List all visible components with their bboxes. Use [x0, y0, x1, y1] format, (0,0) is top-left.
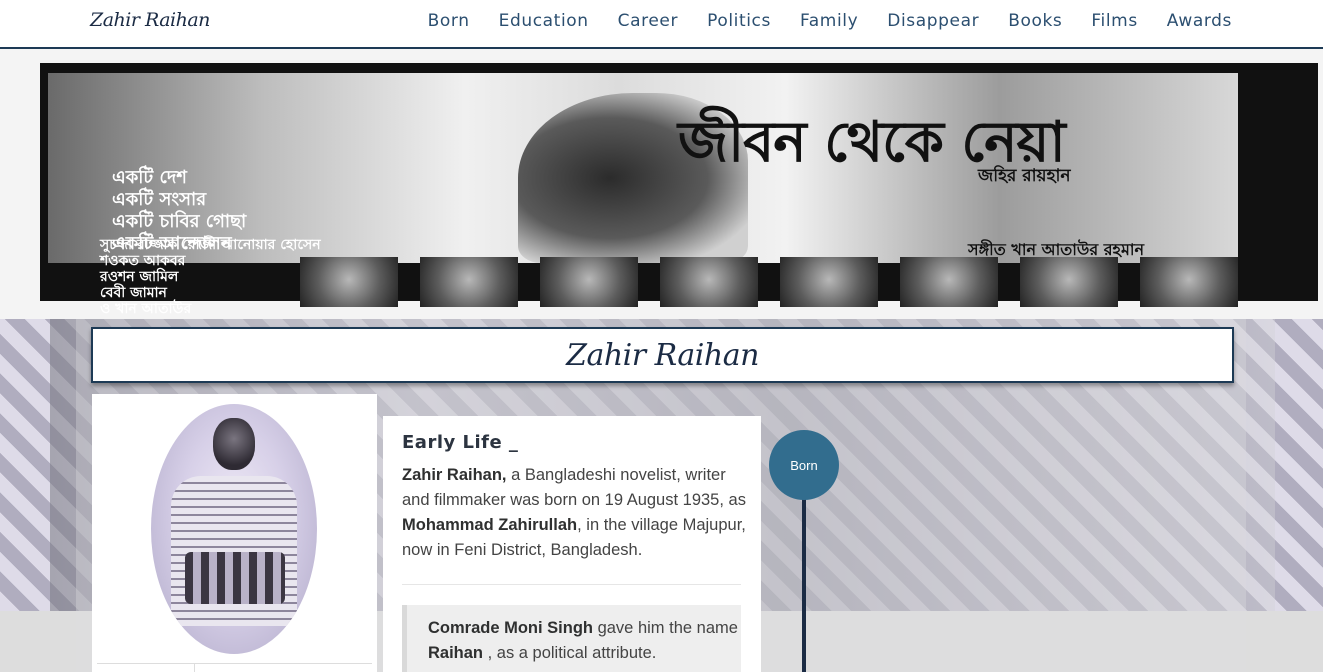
quote-text: gave him the name [593, 619, 738, 637]
cast-photo [1020, 257, 1118, 307]
portrait-trophies [185, 552, 285, 604]
birth-name: Mohammad Zahirullah [402, 516, 578, 534]
nav-link-films[interactable]: Films [1091, 11, 1137, 31]
early-life-text: Zahir Raihan, a Bangladeshi novelist, wr… [402, 463, 747, 563]
person-name: Zahir Raihan, [402, 466, 507, 484]
hero-cast-photos [300, 257, 1238, 307]
nav-link-disappear[interactable]: Disappear [887, 11, 979, 31]
cast-photo [780, 257, 878, 307]
portrait-head [213, 418, 255, 470]
timeline-dot-born[interactable]: Born [769, 430, 839, 500]
nav-link-books[interactable]: Books [1008, 11, 1062, 31]
quote-text: , as a political attribute. [483, 644, 657, 662]
nav-link-career[interactable]: Career [618, 11, 678, 31]
nav-link-awards[interactable]: Awards [1167, 11, 1232, 31]
navbar-border [0, 47, 1323, 49]
nav-link-family[interactable]: Family [800, 11, 858, 31]
nav-link-born[interactable]: Born [428, 11, 470, 31]
early-life-card: Early Life _ Zahir Raihan, a Bangladeshi… [383, 416, 761, 672]
info-table [97, 663, 372, 672]
divider [402, 584, 741, 585]
nav-link-politics[interactable]: Politics [707, 11, 771, 31]
cast-photo [900, 257, 998, 307]
brand-logo[interactable]: Zahir Raihan [90, 9, 210, 31]
cast-photo [660, 257, 758, 307]
timeline-line [802, 470, 806, 672]
hero-poster-cast: সুচন্দা রাজ্জাক রোজী আনোয়ার হোসেন শওকত … [100, 237, 321, 317]
hero-banner-image: জীবন থেকে নেয়া জহির রায়হান একটি দেশ এক… [0, 49, 1323, 319]
blockquote: Comrade Moni Singh gave him the name Rai… [402, 605, 741, 672]
page-title: Zahir Raihan [566, 337, 759, 373]
page-title-box: Zahir Raihan [91, 327, 1234, 383]
portrait-photo [151, 404, 317, 654]
quote-person: Comrade Moni Singh [428, 619, 593, 637]
table-divider [194, 664, 195, 672]
cast-photo [1140, 257, 1238, 307]
section-heading: Early Life _ [402, 432, 519, 453]
nav-links: Born Education Career Politics Family Di… [428, 11, 1232, 31]
cast-photo [540, 257, 638, 307]
cast-photo [300, 257, 398, 307]
quote-name: Raihan [428, 644, 484, 662]
portrait-card [92, 394, 377, 672]
hero-poster: জীবন থেকে নেয়া জহির রায়হান একটি দেশ এক… [48, 73, 1238, 317]
nav-link-education[interactable]: Education [499, 11, 589, 31]
cast-photo [420, 257, 518, 307]
top-navbar: Zahir Raihan Born Education Career Polit… [76, 0, 1246, 46]
hero-poster-credit: জহির রায়হান [978, 166, 1071, 186]
